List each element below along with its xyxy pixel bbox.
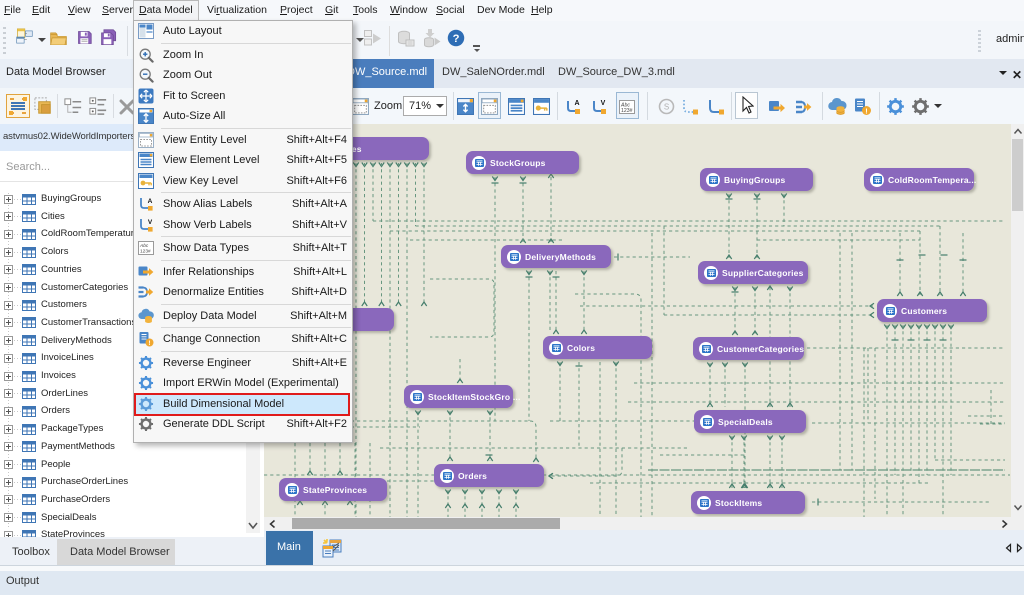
svg-text:!: ! [148, 340, 150, 347]
svg-text:123#: 123# [140, 249, 151, 255]
svg-text:?: ? [453, 33, 460, 45]
svg-text:A: A [574, 100, 579, 107]
svg-text:A: A [148, 198, 153, 205]
svg-text:123#: 123# [621, 108, 633, 114]
svg-text:Abc: Abc [139, 243, 149, 249]
svg-text:V: V [601, 100, 606, 107]
svg-text:S: S [664, 103, 669, 112]
svg-text:!: ! [865, 107, 868, 116]
svg-text:V: V [148, 219, 153, 226]
